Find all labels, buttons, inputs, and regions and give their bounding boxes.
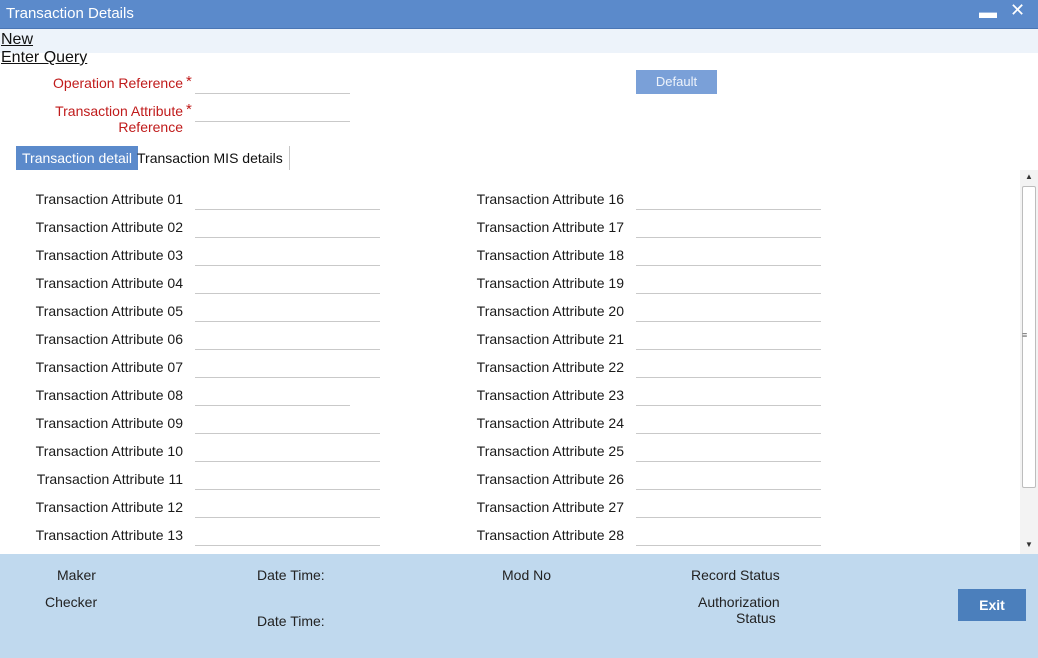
attribute-label: Transaction Attribute 24 [476,415,624,431]
operation-reference-input[interactable] [195,71,350,94]
attribute-label: Transaction Attribute 06 [35,331,183,347]
required-marker: * [186,101,192,118]
attribute-label: Transaction Attribute 11 [36,471,183,487]
transaction-attribute-reference-label-line1: Transaction Attribute [55,103,183,119]
attribute-label: Transaction Attribute 20 [476,303,624,319]
attribute-scroll-area: Transaction Attribute 01 Transaction Att… [0,170,1038,554]
vertical-scrollbar[interactable]: ▲ ≡ ▼ [1020,170,1038,554]
attribute-input[interactable] [636,385,821,406]
exit-button[interactable]: Exit [958,589,1026,621]
default-button[interactable]: Default [636,70,717,94]
attribute-input[interactable] [195,189,380,210]
attribute-input[interactable] [636,301,821,322]
attribute-input[interactable] [636,329,821,350]
attribute-input[interactable] [636,273,821,294]
attribute-label: Transaction Attribute 23 [476,387,624,403]
window-title: Transaction Details [6,5,134,22]
attribute-label: Transaction Attribute 04 [35,275,183,291]
attribute-label: Transaction Attribute 18 [476,247,624,263]
attribute-input[interactable] [195,413,380,434]
attribute-input[interactable] [636,469,821,490]
mod-no-label: Mod No [502,567,552,583]
tab-transaction-detail[interactable]: Transaction detail [16,146,138,170]
maker-label: Maker [57,567,96,583]
attribute-label: Transaction Attribute 17 [476,219,624,235]
attribute-label: Transaction Attribute 07 [35,359,183,375]
attribute-label: Transaction Attribute 01 [35,191,183,207]
attribute-input[interactable] [636,497,821,518]
attribute-input[interactable] [636,413,821,434]
attribute-input[interactable] [636,357,821,378]
attribute-label: Transaction Attribute 02 [35,219,183,235]
tab-transaction-mis-details[interactable]: Transaction MIS details [131,146,290,170]
attribute-input[interactable] [195,217,380,238]
attribute-label: Transaction Attribute 16 [476,191,624,207]
operation-reference-label: Operation Reference [53,75,183,91]
attribute-input[interactable] [195,245,380,266]
attribute-input[interactable] [195,357,380,378]
attribute-label: Transaction Attribute 08 [35,387,183,403]
attribute-input[interactable] [636,189,821,210]
attribute-input[interactable] [636,245,821,266]
attribute-input[interactable] [636,525,821,546]
attribute-input[interactable] [195,441,380,462]
maker-date-time-label: Date Time: [257,567,325,583]
scroll-grip-icon: ≡ [1022,330,1028,340]
attribute-label: Transaction Attribute 28 [476,527,624,543]
attribute-label: Transaction Attribute 27 [476,499,624,515]
attribute-label: Transaction Attribute 21 [476,331,624,347]
checker-date-time-label: Date Time: [257,613,325,629]
attribute-label: Transaction Attribute 22 [476,359,624,375]
attribute-input[interactable] [195,385,350,406]
new-link[interactable]: New [1,31,33,49]
enter-query-link[interactable]: Enter Query [1,49,87,67]
checker-label: Checker [45,594,98,610]
close-icon[interactable]: ✕ [1010,0,1025,21]
attribute-label: Transaction Attribute 13 [35,527,183,543]
attribute-input[interactable] [195,329,380,350]
window-titlebar: Transaction Details ▬ ✕ [0,0,1038,29]
attribute-input[interactable] [195,469,380,490]
attribute-label: Transaction Attribute 10 [35,443,183,459]
attribute-label: Transaction Attribute 25 [476,443,624,459]
attribute-input[interactable] [195,497,380,518]
attribute-label: Transaction Attribute 09 [35,415,183,431]
attribute-input[interactable] [195,301,380,322]
attribute-input[interactable] [636,441,821,462]
record-status-label: Record Status [691,567,780,583]
transaction-attribute-reference-label-line2: Reference [118,119,183,135]
scroll-up-icon[interactable]: ▲ [1025,172,1033,181]
authorization-status-label-line1: Authorization [698,594,780,610]
scroll-down-icon[interactable]: ▼ [1025,540,1033,549]
menu-bar [0,29,1038,53]
authorization-status-label-line2: Status [736,610,776,626]
attribute-label: Transaction Attribute 05 [35,303,183,319]
attribute-input[interactable] [195,525,380,546]
attribute-label: Transaction Attribute 19 [476,275,624,291]
attribute-label: Transaction Attribute 03 [35,247,183,263]
attribute-input[interactable] [636,217,821,238]
minimize-icon[interactable]: ▬ [979,2,997,23]
attribute-label: Transaction Attribute 26 [476,471,624,487]
attribute-input[interactable] [195,273,380,294]
attribute-label: Transaction Attribute 12 [35,499,183,515]
required-marker: * [186,73,192,90]
transaction-attribute-reference-input[interactable] [195,99,350,122]
